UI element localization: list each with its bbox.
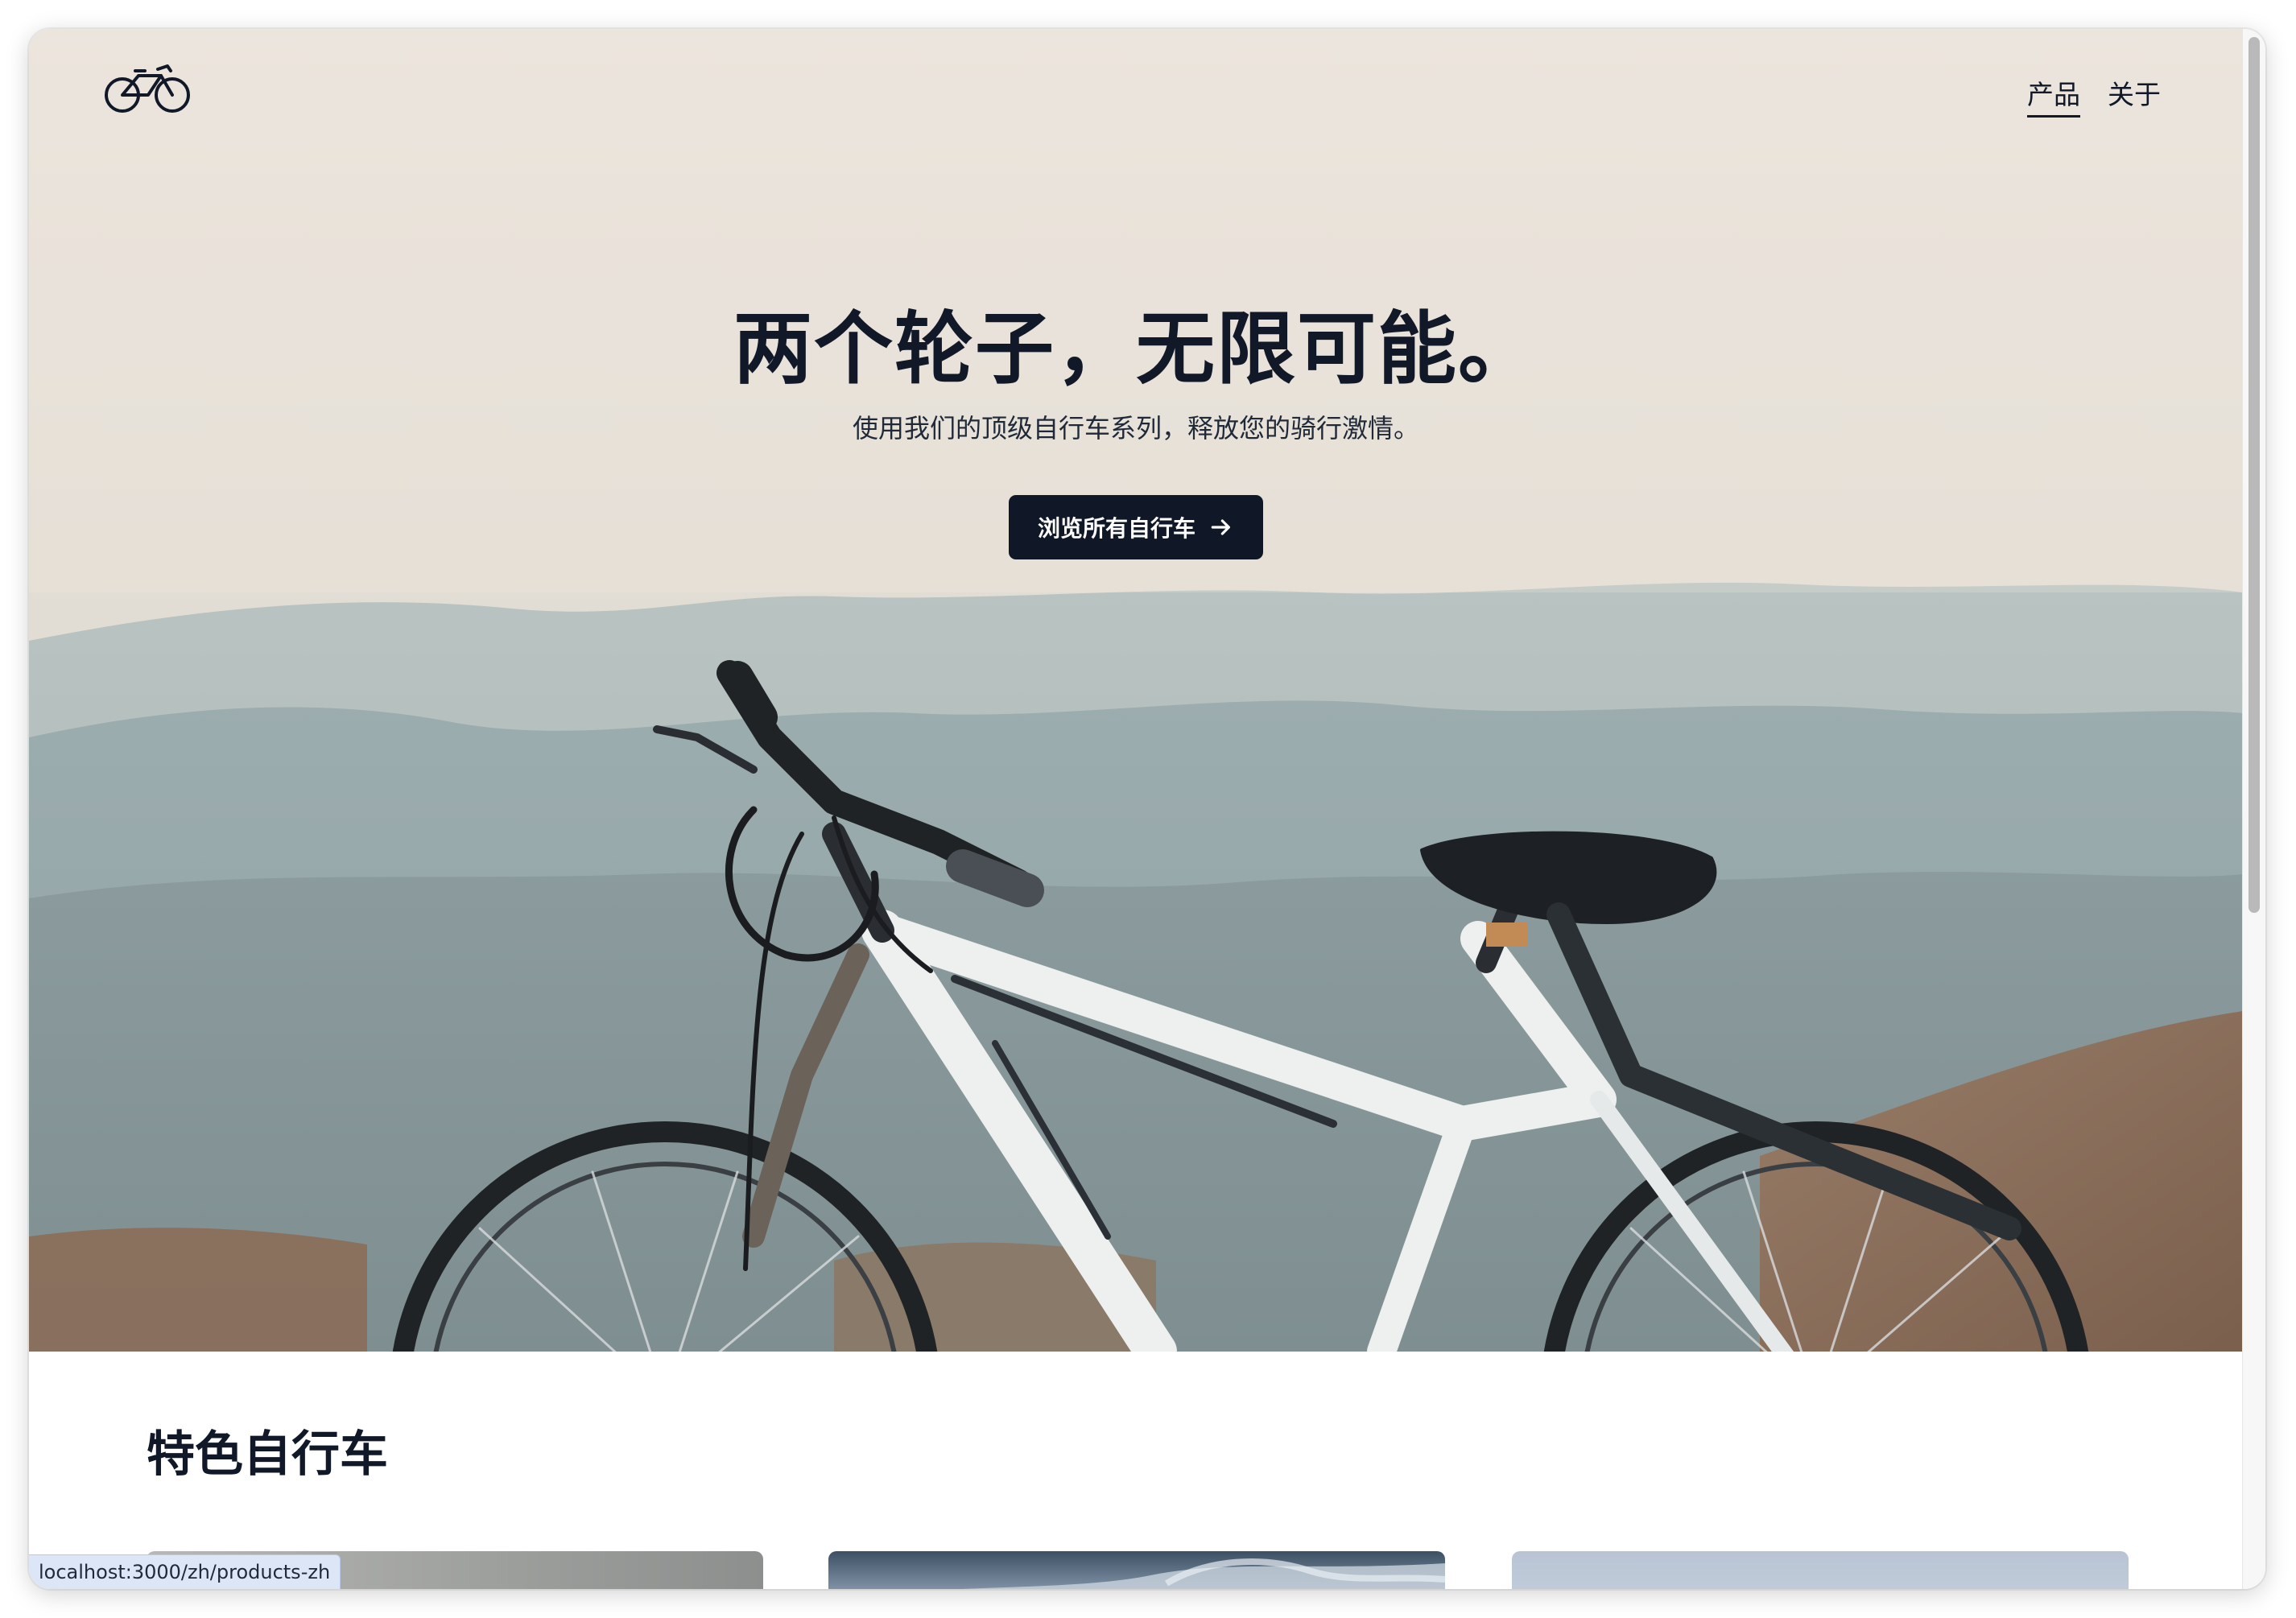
hero-content: 两个轮子，无限可能。 使用我们的顶级自行车系列，释放您的骑行激情。 浏览所有自行… bbox=[29, 303, 2243, 560]
scrollbar[interactable] bbox=[2242, 29, 2265, 1589]
scrollbar-thumb[interactable] bbox=[2249, 37, 2260, 913]
featured-bike-card[interactable] bbox=[828, 1551, 1445, 1589]
link-status-bar: localhost:3000/zh/products-zh bbox=[29, 1554, 341, 1589]
arrow-right-icon bbox=[1211, 519, 1230, 535]
cta-label: 浏览所有自行车 bbox=[1037, 515, 1195, 543]
browse-all-bikes-button[interactable]: 浏览所有自行车 bbox=[1008, 495, 1263, 560]
nav-link-products[interactable]: 产品 bbox=[2027, 79, 2080, 118]
status-url: localhost:3000/zh/products-zh bbox=[39, 1561, 331, 1583]
featured-bike-card[interactable] bbox=[1512, 1551, 2129, 1589]
card-image bbox=[962, 1558, 1445, 1589]
browser-window: 产品 关于 两个轮子，无限可能。 使用我们的顶级自行车系列，释放您的骑行激情。 … bbox=[29, 29, 2265, 1589]
hero-title: 两个轮子，无限可能。 bbox=[733, 303, 1538, 395]
bicycle-icon[interactable] bbox=[103, 53, 192, 118]
hero-subtitle: 使用我们的顶级自行车系列，释放您的骑行激情。 bbox=[852, 412, 1419, 444]
hero-bike-photo bbox=[29, 29, 2243, 1352]
nav-link-about[interactable]: 关于 bbox=[2108, 79, 2161, 118]
hero-section: 产品 关于 两个轮子，无限可能。 使用我们的顶级自行车系列，释放您的骑行激情。 … bbox=[29, 29, 2243, 1352]
featured-bikes-heading: 特色自行车 bbox=[147, 1426, 388, 1483]
main-nav: 产品 关于 bbox=[2027, 79, 2161, 118]
